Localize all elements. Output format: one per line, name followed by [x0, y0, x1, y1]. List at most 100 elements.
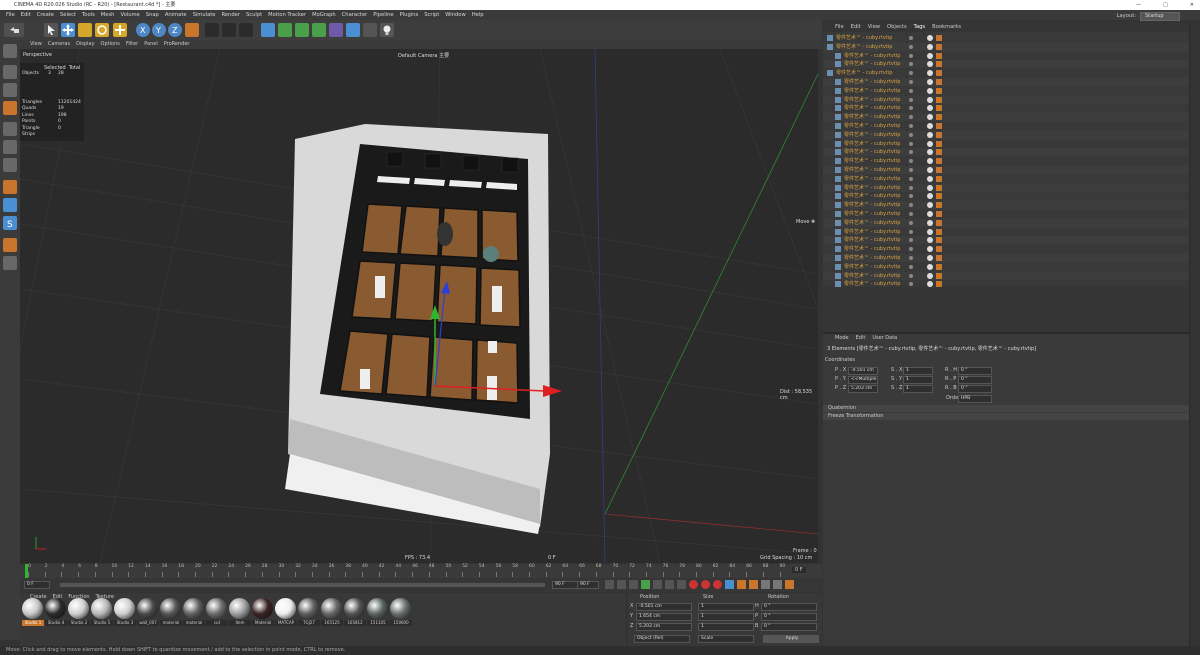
- material-tag-icon[interactable]: [927, 237, 933, 244]
- edges-mode-icon[interactable]: [3, 140, 17, 154]
- visibility-dot-icon[interactable]: [909, 168, 913, 172]
- object-menu-bookmarks[interactable]: Bookmarks: [932, 22, 961, 32]
- make-editable-icon[interactable]: [3, 44, 17, 58]
- object-name[interactable]: 零件艺术™ - cuby.rtvtip: [844, 122, 900, 130]
- object-row[interactable]: 零件艺术™ - cuby.rtvtip: [823, 34, 1189, 42]
- object-name[interactable]: 零件艺术™ - cuby.rtvtip: [844, 166, 900, 174]
- bend-deformer-icon[interactable]: [329, 23, 343, 37]
- visibility-dot-icon[interactable]: [909, 273, 913, 278]
- material-swatch[interactable]: [68, 598, 89, 619]
- object-name[interactable]: 零件艺术™ - cuby.rtvtip: [844, 236, 900, 244]
- render-settings-icon[interactable]: [239, 23, 253, 37]
- maximize-button[interactable]: □: [1163, 0, 1168, 10]
- object-name[interactable]: 零件艺术™ - cuby.rtvtip: [844, 131, 900, 139]
- material-swatch[interactable]: [45, 598, 66, 619]
- object-name[interactable]: 零件艺术™ - cuby.rtvtip: [844, 52, 900, 60]
- object-name[interactable]: 零件艺术™ - cuby.rtvtip: [844, 140, 900, 148]
- material-tag-icon[interactable]: [927, 79, 933, 85]
- render-picture-viewer-icon[interactable]: [222, 23, 236, 37]
- texture-tag-icon[interactable]: [936, 131, 942, 138]
- material-tag-icon[interactable]: [927, 255, 933, 261]
- material-tag-icon[interactable]: [927, 96, 933, 103]
- rotation-value[interactable]: 0 °: [958, 385, 992, 393]
- material-swatch[interactable]: [252, 598, 273, 619]
- rotate-tool-icon[interactable]: [95, 23, 109, 37]
- size-field[interactable]: 1: [698, 603, 754, 611]
- x-axis-lock-icon[interactable]: X: [136, 23, 150, 37]
- texture-tag-icon[interactable]: [936, 105, 942, 112]
- object-menu-edit[interactable]: Edit: [851, 22, 861, 32]
- texture-tag-icon[interactable]: [936, 140, 942, 147]
- object-row[interactable]: 零件艺术™ - cuby.rtvtip: [823, 271, 1189, 280]
- object-menu-file[interactable]: File: [835, 22, 844, 32]
- record-keys-icon[interactable]: [689, 580, 698, 589]
- menu-tools[interactable]: Tools: [82, 10, 95, 20]
- light-icon[interactable]: [380, 23, 394, 37]
- apply-button[interactable]: Apply: [763, 635, 819, 643]
- object-menu-tags[interactable]: Tags: [914, 22, 925, 32]
- visibility-dot-icon[interactable]: [909, 194, 913, 199]
- enable-axis-icon[interactable]: [3, 180, 17, 194]
- texture-tag-icon[interactable]: [936, 246, 942, 253]
- object-row[interactable]: 零件艺术™ - cuby.rtvtip: [823, 192, 1189, 201]
- object-row[interactable]: 零件艺术™ - cuby.rtvtip: [823, 174, 1189, 183]
- rotation-field[interactable]: 0 °: [761, 613, 817, 621]
- texture-tag-icon[interactable]: [936, 272, 942, 279]
- menu-character[interactable]: Character: [342, 10, 368, 20]
- playhead[interactable]: [25, 564, 28, 578]
- material-tag-icon[interactable]: [927, 61, 933, 68]
- material-swatch[interactable]: [137, 598, 158, 619]
- position-key-icon[interactable]: [725, 580, 734, 589]
- texture-tag-icon[interactable]: [936, 211, 942, 217]
- menu-simulate[interactable]: Simulate: [193, 10, 216, 20]
- material-tag-icon[interactable]: [927, 123, 933, 129]
- material-tag-icon[interactable]: [927, 52, 933, 59]
- material-tag-icon[interactable]: [927, 131, 933, 138]
- object-row[interactable]: 零件艺术™ - cuby.rtvtip: [823, 60, 1189, 69]
- attribute-menu-mode[interactable]: Mode: [835, 335, 849, 341]
- loop-icon[interactable]: [677, 580, 686, 589]
- texture-tag-icon[interactable]: [936, 175, 942, 182]
- texture-tag-icon[interactable]: [936, 123, 942, 129]
- object-name[interactable]: 零件艺术™ - cuby.rtvtip: [844, 148, 900, 156]
- object-row[interactable]: 零件艺术™ - cuby.rtvtip: [823, 157, 1189, 166]
- visibility-dot-icon[interactable]: [909, 238, 913, 243]
- texture-tag-icon[interactable]: [936, 193, 942, 200]
- size-field[interactable]: 1: [698, 623, 754, 631]
- viewport-menu-prorender[interactable]: ProRender: [164, 40, 190, 49]
- menu-pipeline[interactable]: Pipeline: [373, 10, 393, 20]
- menu-mesh[interactable]: Mesh: [101, 10, 115, 20]
- menu-window[interactable]: Window: [445, 10, 465, 20]
- object-name[interactable]: 零件艺术™ - cuby.rtvtip: [836, 69, 892, 77]
- object-name[interactable]: 零件艺术™ - cuby.rtvtip: [844, 175, 900, 183]
- object-row[interactable]: 零件艺术™ - cuby.rtvtip: [823, 130, 1189, 139]
- menu-select[interactable]: Select: [60, 10, 76, 20]
- render-view-icon[interactable]: [205, 23, 219, 37]
- texture-tag-icon[interactable]: [936, 35, 942, 41]
- object-row[interactable]: 零件艺术™ - cuby.rtvtip: [823, 254, 1189, 262]
- texture-tag-icon[interactable]: [936, 79, 942, 85]
- order-dropdown[interactable]: HPB: [958, 395, 992, 403]
- object-row[interactable]: 零件艺术™ - cuby.rtvtip: [823, 122, 1189, 130]
- object-row[interactable]: 零件艺术™ - cuby.rtvtip: [823, 69, 1189, 78]
- object-name[interactable]: 零件艺术™ - cuby.rtvtip: [844, 113, 900, 121]
- camera-icon[interactable]: [363, 23, 377, 37]
- object-row[interactable]: 零件艺术™ - cuby.rtvtip: [823, 51, 1189, 60]
- material-tag-icon[interactable]: [927, 43, 933, 50]
- object-name[interactable]: 零件艺术™ - cuby.rtvtip: [844, 87, 900, 95]
- visibility-dot-icon[interactable]: [909, 159, 913, 164]
- object-name[interactable]: 零件艺术™ - cuby.rtvtip: [844, 184, 900, 192]
- texture-tag-icon[interactable]: [936, 228, 942, 235]
- material-tag-icon[interactable]: [927, 263, 933, 270]
- pla-key-icon[interactable]: [773, 580, 782, 589]
- object-name[interactable]: 零件艺术™ - cuby.rtvtip: [844, 228, 900, 236]
- material-swatch[interactable]: [91, 598, 112, 619]
- material-swatch[interactable]: [344, 598, 365, 619]
- object-row[interactable]: 零件艺术™ - cuby.rtvtip: [823, 104, 1189, 113]
- polygons-mode-icon[interactable]: [3, 158, 17, 172]
- object-row[interactable]: 零件艺术™ - cuby.rtvtip: [823, 262, 1189, 271]
- position-value[interactable]: 5.203 cm: [848, 385, 878, 393]
- material-swatch[interactable]: [160, 598, 181, 619]
- texture-tag-icon[interactable]: [936, 87, 942, 94]
- visibility-dot-icon[interactable]: [909, 150, 913, 155]
